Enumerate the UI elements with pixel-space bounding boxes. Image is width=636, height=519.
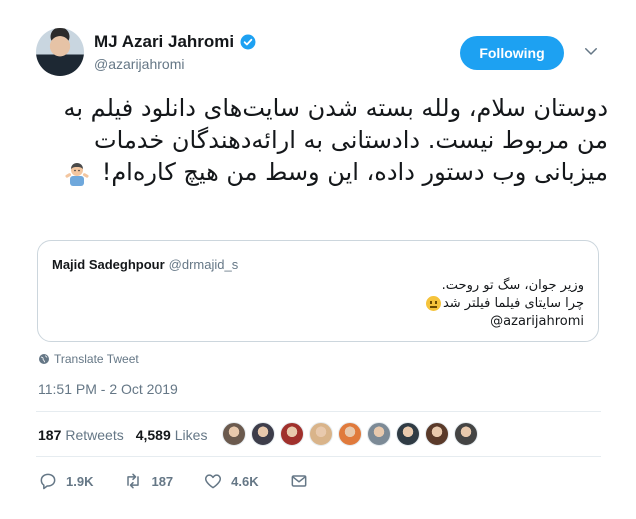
heart-icon xyxy=(205,474,222,489)
engagement-stats: 187 Retweets 4,589 Likes xyxy=(38,427,219,443)
quoted-tweet-header: Majid Sadeghpour @drmajid_s xyxy=(52,257,238,272)
following-button[interactable]: Following xyxy=(460,36,564,70)
liker-avatar[interactable] xyxy=(367,422,391,446)
likes-count[interactable]: 4,589 xyxy=(136,427,171,443)
quoted-text-line-2: چرا سایتای فیلما فیلتر شد xyxy=(184,295,584,313)
author-display-name[interactable]: MJ Azari Jahromi xyxy=(94,32,234,52)
translate-tweet-link[interactable]: Translate Tweet xyxy=(38,352,139,366)
quoted-mention-link[interactable]: @azarijahromi xyxy=(490,314,584,329)
retweet-button[interactable]: 187 xyxy=(123,471,173,491)
quoted-text-line-2-content: چرا سایتای فیلما فیلتر شد xyxy=(442,296,584,311)
tweet-text: دوستان سلام، ولله بسته شدن سایت‌های دانل… xyxy=(36,92,608,188)
retweet-icon xyxy=(127,473,140,489)
direct-message-button[interactable] xyxy=(289,471,317,491)
liker-avatar[interactable] xyxy=(222,422,246,446)
author-avatar[interactable] xyxy=(36,28,84,76)
like-count: 4.6K xyxy=(231,473,259,489)
quoted-text-line-1: وزیر جوان، سگ تو روحت. xyxy=(441,278,584,293)
globe-icon xyxy=(39,354,49,364)
quoted-text-line-3: @azarijahromi xyxy=(184,313,584,331)
retweet-count: 187 xyxy=(151,473,174,489)
author-handle[interactable]: @azarijahromi xyxy=(94,56,184,72)
retweets-label[interactable]: Retweets xyxy=(65,427,123,443)
quoted-tweet[interactable]: Majid Sadeghpour @drmajid_s وزیر جوان، س… xyxy=(37,240,599,342)
author-name-row: MJ Azari Jahromi xyxy=(94,32,257,52)
translate-tweet-label[interactable]: Translate Tweet xyxy=(54,352,139,366)
quoted-author-name: Majid Sadeghpour xyxy=(52,257,165,272)
quoted-tweet-text: وزیر جوان، سگ تو روحت. چرا سایتای فیلما … xyxy=(184,277,584,331)
man-shrugging-emoji-icon xyxy=(65,163,89,186)
liker-avatar[interactable] xyxy=(338,422,362,446)
quoted-author-handle: @drmajid_s xyxy=(168,257,239,272)
neutral-face-emoji-icon xyxy=(425,296,441,311)
liker-avatar[interactable] xyxy=(396,422,420,446)
likes-label[interactable]: Likes xyxy=(175,427,208,443)
like-button[interactable]: 4.6K xyxy=(203,471,259,491)
liker-avatar[interactable] xyxy=(454,422,478,446)
liker-avatar[interactable] xyxy=(251,422,275,446)
divider-bottom xyxy=(36,456,601,457)
liker-avatar[interactable] xyxy=(309,422,333,446)
retweets-count[interactable]: 187 xyxy=(38,427,61,443)
tweet-timestamp[interactable]: 11:51 PM - 2 Oct 2019 xyxy=(38,381,178,397)
divider-top xyxy=(36,411,601,412)
likers-avatar-row xyxy=(222,422,483,446)
chevron-down-icon[interactable] xyxy=(582,42,600,60)
tweet-header: MJ Azari Jahromi @azarijahromi Following xyxy=(36,28,608,78)
reply-count: 1.9K xyxy=(66,473,94,489)
reply-button[interactable]: 1.9K xyxy=(38,471,93,491)
liker-avatar[interactable] xyxy=(280,422,304,446)
verified-badge-icon xyxy=(240,34,256,50)
liker-avatar[interactable] xyxy=(425,422,449,446)
tweet-actions: 1.9K 187 4.6K xyxy=(38,471,347,491)
envelope-icon xyxy=(291,475,307,487)
reply-icon xyxy=(40,473,56,490)
tweet-text-content: دوستان سلام، ولله بسته شدن سایت‌های دانل… xyxy=(63,94,608,186)
